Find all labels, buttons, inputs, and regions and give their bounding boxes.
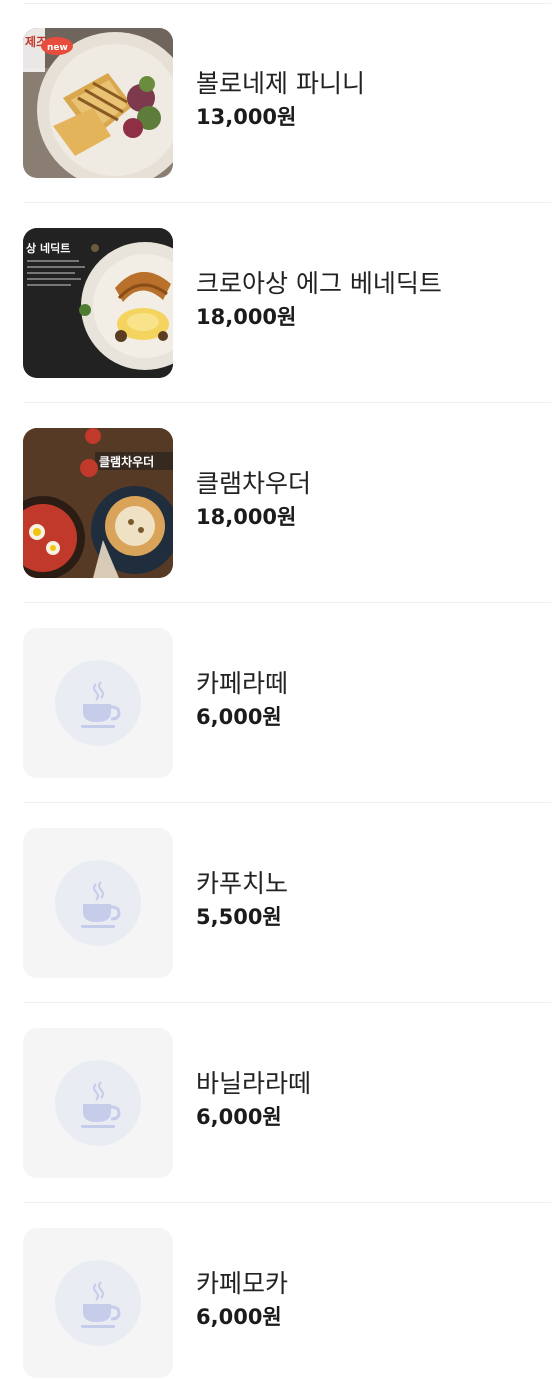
new-badge-text: new: [47, 43, 68, 53]
croissant-benedict-photo: 상 네딕트: [23, 228, 173, 378]
clam-chowder-photo: 클램차우더: [23, 428, 173, 578]
coffee-cup-icon: [81, 1081, 121, 1128]
item-name: 클램차우더: [196, 469, 312, 498]
item-name: 카푸치노: [196, 869, 289, 898]
item-thumbnail-placeholder: [23, 1228, 173, 1378]
item-name: 바닐라라떼: [196, 1069, 312, 1098]
item-price: 6,000원: [196, 1305, 282, 1329]
menu-item-vanilla-latte[interactable]: 바닐라라떼 6,000원: [23, 1003, 551, 1203]
thumb-text: 상 네딕트: [26, 241, 70, 255]
item-price: 18,000원: [196, 305, 297, 329]
placeholder-circle: [55, 1260, 141, 1346]
placeholder-circle: [55, 860, 141, 946]
menu-item-caffe-latte[interactable]: 카페라떼 6,000원: [23, 603, 551, 803]
coffee-cup-icon: [81, 681, 121, 728]
item-thumbnail: 상 네딕트: [23, 228, 173, 378]
item-thumbnail-placeholder: [23, 828, 173, 978]
placeholder-circle: [55, 660, 141, 746]
item-price: 5,500원: [196, 905, 282, 929]
menu-item-bolognese-panini[interactable]: 제즈 new 볼로네제 파니니 13,000원: [23, 3, 551, 203]
menu-item-croissant-egg-benedict[interactable]: 상 네딕트 크로아상 에그 베네딕트 18,000원: [23, 203, 551, 403]
item-thumbnail: 클램차우더: [23, 428, 173, 578]
item-price: 13,000원: [196, 105, 297, 129]
thumb-text: 클램차우더: [99, 454, 154, 469]
item-thumbnail: 제즈 new: [23, 28, 173, 178]
coffee-cup-icon: [81, 881, 121, 928]
item-name: 카페라떼: [196, 669, 289, 698]
item-thumbnail-placeholder: [23, 628, 173, 778]
item-price: 18,000원: [196, 505, 297, 529]
menu-item-clam-chowder[interactable]: 클램차우더 클램차우더 18,000원: [23, 403, 551, 603]
item-price: 6,000원: [196, 1105, 282, 1129]
item-thumbnail-placeholder: [23, 1028, 173, 1178]
coffee-cup-icon: [81, 1281, 121, 1328]
menu-item-caffe-mocha[interactable]: 카페모카 6,000원: [23, 1203, 551, 1379]
menu-list: 제즈 new 볼로네제 파니니 13,000원 상 네딕트 크로아상 에그 베네…: [0, 0, 558, 1379]
item-name: 볼로네제 파니니: [196, 69, 365, 98]
menu-item-cappuccino[interactable]: 카푸치노 5,500원: [23, 803, 551, 1003]
item-name: 카페모카: [196, 1269, 289, 1298]
placeholder-circle: [55, 1060, 141, 1146]
panini-photo: 제즈 new: [23, 28, 173, 178]
item-name: 크로아상 에그 베네딕트: [196, 269, 442, 298]
item-price: 6,000원: [196, 705, 282, 729]
